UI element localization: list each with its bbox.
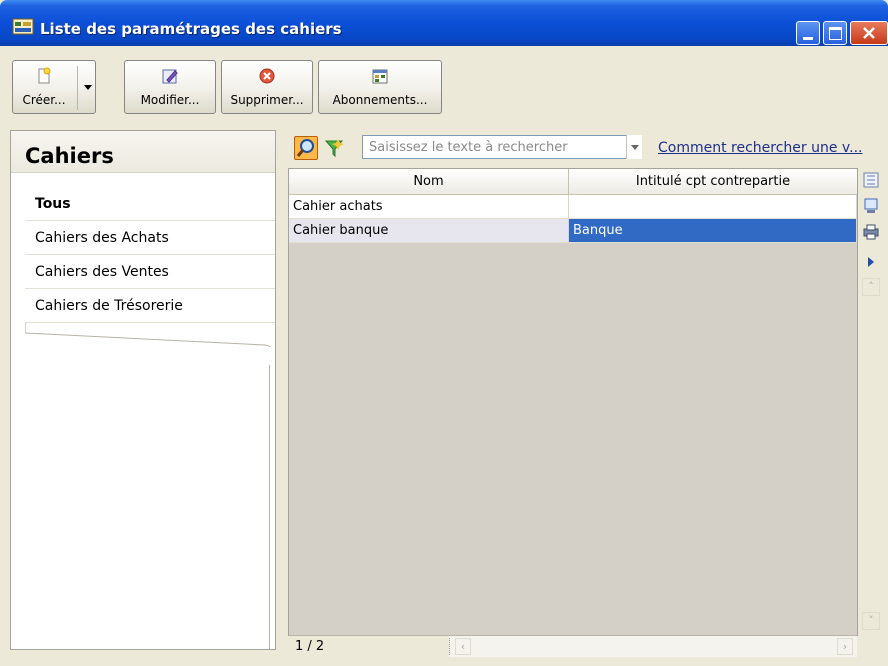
- grid-side-toolbar: ˄ ˅: [860, 168, 882, 636]
- column-header-nom[interactable]: Nom: [289, 169, 569, 195]
- new-document-icon: [38, 67, 51, 84]
- grid-header: Nom Intitulé cpt contrepartie: [289, 169, 857, 195]
- search-icon: [296, 139, 314, 157]
- scroll-left-button[interactable]: ‹: [455, 638, 471, 655]
- search-help-link[interactable]: Comment rechercher une v...: [658, 140, 862, 156]
- filter-icon[interactable]: [324, 138, 344, 158]
- cell-nom: Cahier achats: [289, 195, 569, 219]
- subscriptions-button[interactable]: Abonnements...: [318, 60, 442, 114]
- category-item-achats[interactable]: Cahiers des Achats: [25, 221, 275, 255]
- list-tab-edge: [25, 323, 272, 347]
- create-dropdown-arrow[interactable]: [84, 85, 92, 90]
- chevron-down-icon: [631, 145, 639, 150]
- grid-rows: Cahier achats Cahier banque Banque: [289, 195, 857, 243]
- column-header-intitule[interactable]: Intitulé cpt contrepartie: [569, 169, 857, 195]
- category-item-ventes[interactable]: Cahiers des Ventes: [25, 255, 275, 289]
- scroll-grip[interactable]: [449, 638, 453, 655]
- search-dropdown-button[interactable]: [626, 135, 642, 159]
- category-panel: Cahiers Tous Cahiers des Achats Cahiers …: [10, 130, 276, 650]
- close-icon: [863, 27, 875, 39]
- panel-divider: [269, 365, 270, 649]
- category-item-tous[interactable]: Tous: [25, 187, 275, 221]
- main-window: Liste des paramétrages des cahiers Créer…: [0, 0, 888, 666]
- subscriptions-icon: [372, 69, 388, 84]
- column-chooser-icon[interactable]: [863, 172, 879, 188]
- cell-intitule: Banque: [569, 219, 857, 243]
- title-bar[interactable]: Liste des paramétrages des cahiers: [0, 0, 888, 46]
- horizontal-scrollbar[interactable]: ‹ ›: [449, 635, 857, 657]
- category-list: Tous Cahiers des Achats Cahiers des Vent…: [25, 187, 275, 323]
- category-item-tresorerie[interactable]: Cahiers de Trésorerie: [25, 289, 275, 323]
- create-split-divider: [77, 66, 78, 110]
- search-bar: Comment rechercher une v...: [288, 132, 878, 164]
- cell-intitule: [569, 195, 857, 219]
- grid-footer: 1 / 2 ‹ ›: [289, 635, 857, 657]
- scroll-up-button[interactable]: ˄: [862, 278, 880, 296]
- minimize-button[interactable]: [796, 21, 820, 45]
- cell-nom: Cahier banque: [289, 219, 569, 243]
- scroll-down-button[interactable]: ˅: [862, 612, 880, 630]
- modify-label: Modifier...: [140, 93, 200, 107]
- modify-button[interactable]: Modifier...: [124, 60, 216, 114]
- window-title: Liste des paramétrages des cahiers: [40, 20, 342, 38]
- table-row[interactable]: Cahier achats: [289, 195, 857, 219]
- subscriptions-label: Abonnements...: [332, 93, 428, 107]
- expand-arrow-icon[interactable]: [863, 254, 879, 270]
- category-header: Cahiers: [11, 131, 275, 173]
- search-input[interactable]: [362, 135, 630, 159]
- create-label: Créer...: [22, 93, 66, 107]
- app-icon: [12, 18, 34, 35]
- close-button[interactable]: [850, 21, 888, 45]
- delete-button[interactable]: Supprimer...: [221, 60, 313, 114]
- delete-label: Supprimer...: [230, 93, 304, 107]
- table-row-selected[interactable]: Cahier banque Banque: [289, 219, 857, 243]
- data-grid: Nom Intitulé cpt contrepartie Cahier ach…: [288, 168, 858, 657]
- maximize-button[interactable]: [823, 21, 847, 45]
- search-button[interactable]: [294, 136, 318, 160]
- create-button[interactable]: Créer...: [12, 60, 96, 114]
- scroll-right-button[interactable]: ›: [837, 638, 853, 655]
- edit-icon: [162, 69, 178, 84]
- category-title: Cahiers: [25, 144, 114, 168]
- delete-icon: [259, 68, 275, 84]
- pager: 1 / 2: [289, 635, 449, 657]
- print-preview-icon[interactable]: [863, 198, 879, 214]
- print-icon[interactable]: [863, 224, 879, 240]
